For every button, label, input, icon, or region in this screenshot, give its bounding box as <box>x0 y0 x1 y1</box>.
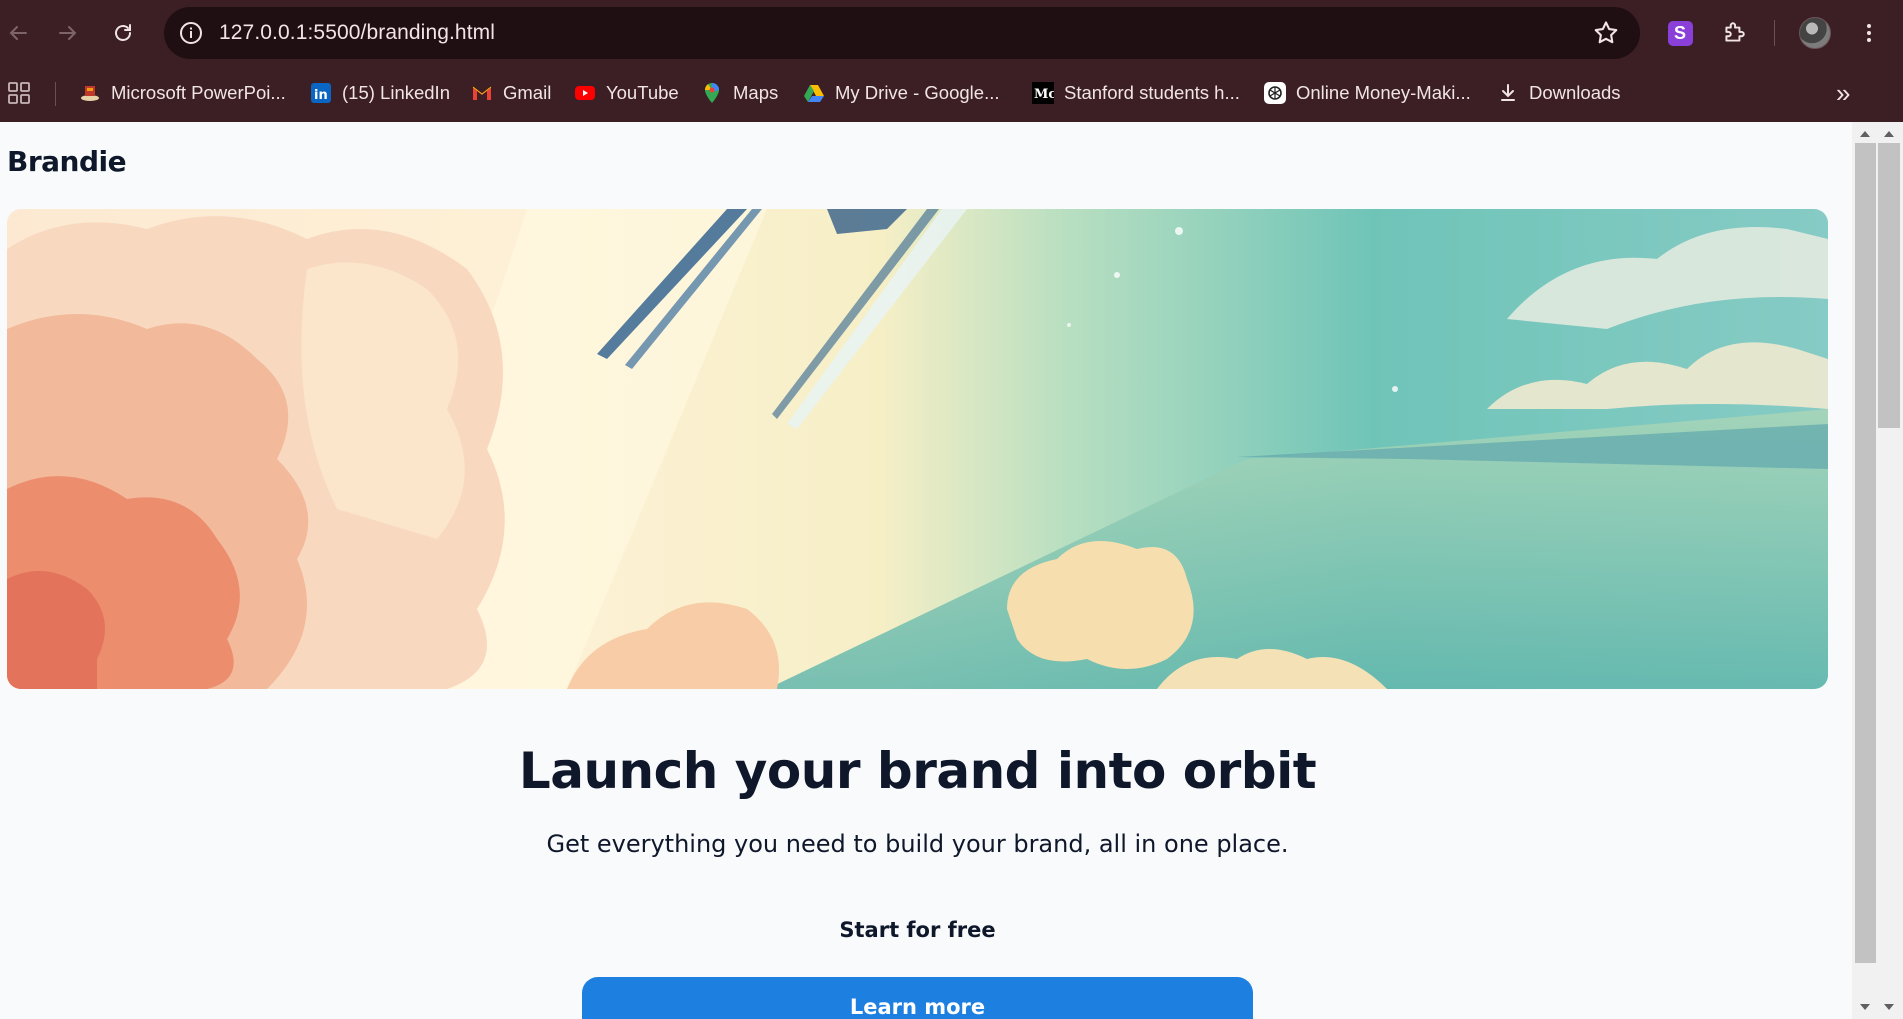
triangle-down-icon <box>1860 1004 1870 1010</box>
info-icon[interactable] <box>178 20 204 46</box>
linkedin-icon: in <box>310 82 332 104</box>
kebab-menu-icon <box>1867 24 1871 42</box>
svg-text:in: in <box>314 88 328 103</box>
youtube-icon <box>574 82 596 104</box>
back-button[interactable] <box>0 15 36 51</box>
bookmark-label: Microsoft PowerPoi... <box>111 82 286 103</box>
bookmark-label: My Drive - Google... <box>835 82 1000 103</box>
learn-more-button[interactable]: Learn more <box>582 977 1253 1019</box>
arrow-right-icon <box>59 26 77 40</box>
reload-icon <box>115 24 131 41</box>
browser-toolbar: 127.0.0.1:5500/branding.html S <box>0 0 1903 66</box>
triangle-down-icon <box>1884 1004 1894 1010</box>
arrow-left-icon <box>9 26 27 40</box>
scroll-up-arrow[interactable] <box>1855 126 1875 142</box>
bookmark-label: YouTube <box>606 82 679 103</box>
reload-button[interactable] <box>105 15 141 51</box>
chatgpt-icon <box>1264 82 1286 104</box>
triangle-up-icon <box>1884 131 1894 137</box>
bookmarks-bar: Microsoft PowerPoi... in (15) LinkedIn G… <box>0 66 1903 122</box>
bookmark-label: Gmail <box>503 82 552 103</box>
scroll-up-arrow-alt[interactable] <box>1879 126 1899 142</box>
maps-icon <box>701 82 723 104</box>
profile-button[interactable] <box>1799 17 1831 49</box>
hero-headline: Launch your brand into orbit <box>518 742 1317 800</box>
gmail-icon <box>471 82 493 104</box>
bookmark-chatgpt[interactable]: Online Money-Maki... <box>1264 76 1471 110</box>
extension-s-button[interactable]: S <box>1664 17 1696 49</box>
hero-subheadline: Get everything you need to build your br… <box>546 830 1289 858</box>
apps-grid-icon <box>8 82 30 104</box>
medium-icon: Mc <box>1032 82 1054 104</box>
page-viewport: Brandie Launch your brand into orbit Get… <box>0 122 1852 1019</box>
toolbar-divider <box>1774 20 1775 46</box>
download-icon <box>1497 82 1519 104</box>
scroll-down-arrow[interactable] <box>1855 999 1875 1015</box>
bookmark-label: Stanford students h... <box>1064 82 1240 103</box>
svg-text:Mc: Mc <box>1034 87 1054 102</box>
hero-illustration <box>7 209 1828 689</box>
start-for-free-button[interactable]: Start for free <box>0 918 1835 942</box>
bookmark-label: Downloads <box>1529 82 1621 103</box>
brand-logo[interactable]: Brandie <box>7 145 127 178</box>
bookmark-downloads[interactable]: Downloads <box>1497 76 1621 110</box>
bookmark-maps[interactable]: Maps <box>701 76 778 110</box>
bookmark-youtube[interactable]: YouTube <box>574 76 679 110</box>
bookmark-powerpoint[interactable]: Microsoft PowerPoi... <box>79 76 286 110</box>
bookmark-linkedin[interactable]: in (15) LinkedIn <box>310 76 450 110</box>
puzzle-icon <box>1725 22 1745 42</box>
more-bookmarks-button[interactable]: » <box>1836 76 1850 110</box>
bookmark-label: Online Money-Maki... <box>1296 82 1471 103</box>
bookmark-google-drive[interactable]: My Drive - Google... <box>803 76 1000 110</box>
bookmark-star-icon[interactable] <box>1592 19 1620 47</box>
bookmark-label: (15) LinkedIn <box>342 82 450 103</box>
scroll-down-arrow-alt[interactable] <box>1879 999 1899 1015</box>
bookmark-gmail[interactable]: Gmail <box>471 76 551 110</box>
scrollbar-thumb[interactable] <box>1878 143 1900 428</box>
menu-button[interactable] <box>1853 17 1885 49</box>
avatar <box>1799 17 1831 49</box>
powerpoint-icon <box>79 82 101 104</box>
extensions-button[interactable] <box>1718 17 1750 49</box>
google-drive-icon <box>803 82 825 104</box>
hero-image <box>7 209 1828 689</box>
extension-s-icon: S <box>1667 20 1693 46</box>
scrollbar-track[interactable] <box>1855 143 1876 963</box>
apps-button[interactable] <box>8 76 30 110</box>
address-bar[interactable]: 127.0.0.1:5500/branding.html <box>164 7 1640 59</box>
bookmarks-divider <box>55 82 56 106</box>
url-text[interactable]: 127.0.0.1:5500/branding.html <box>219 21 495 45</box>
forward-button[interactable] <box>50 15 86 51</box>
bookmark-label: Maps <box>733 82 779 103</box>
triangle-up-icon <box>1860 131 1870 137</box>
bookmark-medium[interactable]: Mc Stanford students h... <box>1032 76 1240 110</box>
